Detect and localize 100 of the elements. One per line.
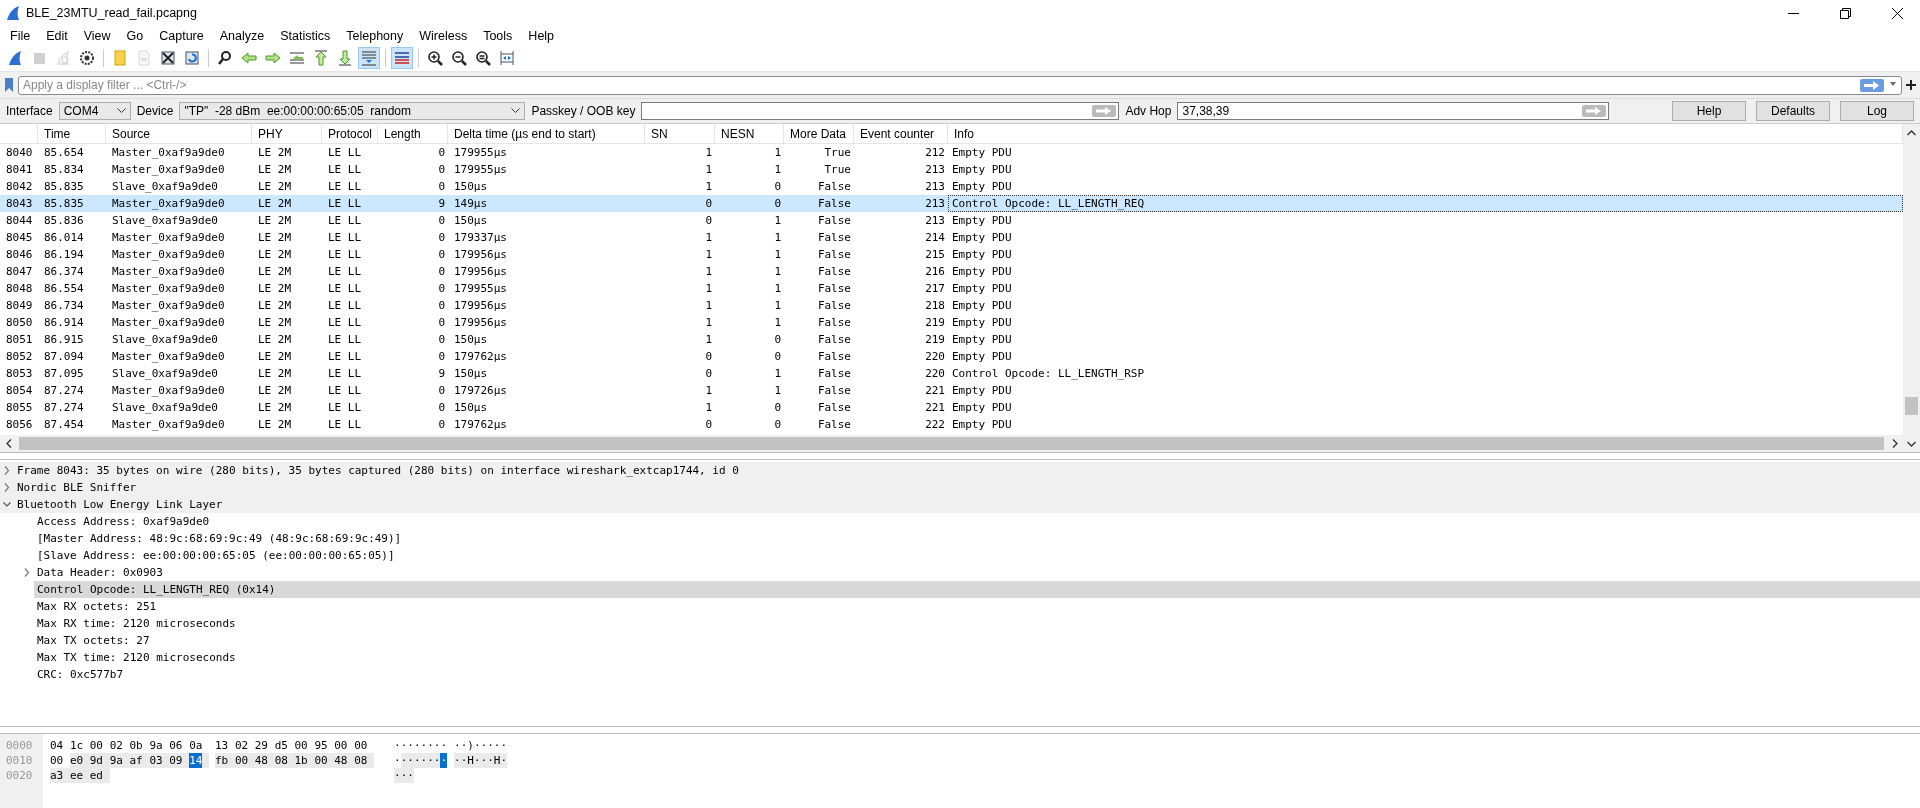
hex-byte[interactable]: 1c	[69, 738, 84, 753]
toolbar-button[interactable]: Help	[1672, 101, 1746, 121]
hex-byte[interactable]: 00	[50, 753, 64, 768]
adv-hop-field[interactable]: 37,38,39	[1177, 102, 1610, 120]
scroll-thumb[interactable]	[1905, 397, 1918, 415]
column-header[interactable]: Event counter	[854, 124, 948, 143]
caret-icon[interactable]	[511, 108, 521, 114]
column-header[interactable]: Source	[106, 124, 252, 143]
toolbar-button[interactable]: Defaults	[1756, 101, 1830, 121]
chevron-icon[interactable]	[3, 466, 11, 475]
ascii-char[interactable]: ·	[487, 753, 494, 768]
hex-byte[interactable]: 13	[215, 738, 229, 753]
column-header[interactable]: Delta time (µs end to start)	[448, 124, 645, 143]
packet-row[interactable]: 8048 86.554 Master_0xaf9a9de0 LE 2M LE LL 0 179955µs 1 1 False 217 Empty PDU	[0, 280, 1903, 297]
hex-byte[interactable]: 14	[189, 753, 203, 768]
tree-item[interactable]: [Slave Address: ee:00:00:00:65:05 (ee:00:00:00:65:05)]	[34, 547, 398, 564]
packet-row[interactable]: 8046 86.194 Master_0xaf9a9de0 LE 2M LE LL 0 179956µs 1 1 False 215 Empty PDU	[0, 246, 1903, 263]
hex-byte[interactable]: 9a	[149, 738, 163, 753]
ascii-char[interactable]: ·	[400, 738, 408, 753]
ascii-char[interactable]: ·	[407, 768, 414, 783]
menu-item[interactable]: Wireless	[411, 28, 476, 43]
hex-byte[interactable]: 06	[169, 738, 183, 753]
ascii-char[interactable]: H	[493, 753, 501, 768]
menu-item[interactable]: Telephony	[338, 28, 412, 43]
chevron-icon[interactable]	[23, 568, 31, 577]
ascii-char[interactable]: ·	[460, 738, 468, 753]
menu-item[interactable]: Go	[118, 28, 152, 43]
ascii-char[interactable]: ·	[473, 738, 481, 753]
tree-item[interactable]: CRC: 0xc577b7	[34, 666, 127, 683]
ascii-char[interactable]: ·	[427, 753, 434, 768]
ascii-char[interactable]: ·	[493, 738, 501, 753]
packet-row[interactable]: 8041 85.834 Master_0xaf9a9de0 LE 2M LE LL 0 179955µs 1 1 True 213 Empty PDU	[0, 161, 1903, 178]
ascii-char[interactable]: ·	[473, 753, 481, 768]
ascii-char[interactable]: ·	[413, 738, 421, 753]
plus-icon[interactable]	[1906, 80, 1916, 90]
tree-item[interactable]: Max RX octets: 251	[34, 598, 160, 615]
column-header[interactable]: PHY	[252, 124, 322, 143]
bookmark-icon[interactable]	[4, 77, 14, 93]
packet-row[interactable]: 8056 87.454 Master_0xaf9a9de0 LE 2M LE LL 0 179762µs 0 0 False 222 Empty PDU	[0, 416, 1903, 433]
ascii-char[interactable]: ·	[500, 738, 507, 753]
hex-byte[interactable]: 04	[50, 738, 64, 753]
tree-item[interactable]: Data Header: 0x0903	[34, 564, 166, 581]
packet-row[interactable]: 8053 87.095 Slave_0xaf9a9de0 LE 2M LE LL 9 150µs 0 1 False 220 Control Opcode: LL_LENGTH_RSP	[0, 365, 1903, 382]
packet-row[interactable]: 8042 85.835 Slave_0xaf9a9de0 LE 2M LE LL 0 150µs 1 0 False 213 Empty PDU	[0, 178, 1903, 195]
tree-item[interactable]: [Master Address: 48:9c:68:69:9c:49 (48:9c:68:69:9c:49)]	[34, 530, 405, 547]
horizontal-scrollbar[interactable]	[0, 435, 1903, 452]
tree-item[interactable]: Control Opcode: LL_LENGTH_REQ (0x14)	[34, 581, 1920, 598]
passkey-field[interactable]	[641, 102, 1120, 120]
hex-byte[interactable]: 0b	[129, 738, 143, 753]
ascii-char[interactable]: ·	[433, 738, 441, 753]
chevron-icon[interactable]	[3, 500, 11, 509]
packet-row[interactable]: 8040 85.654 Master_0xaf9a9de0 LE 2M LE LL 0 179955µs 1 1 True 212 Empty PDU	[0, 144, 1903, 161]
ascii-char[interactable]: ·	[407, 738, 414, 753]
ascii-char[interactable]: ·	[394, 768, 401, 783]
menu-item[interactable]: Capture	[151, 28, 212, 43]
ascii-char[interactable]: ·	[394, 753, 401, 768]
ascii-char[interactable]: ·	[487, 738, 494, 753]
vertical-scrollbar[interactable]	[1903, 124, 1920, 452]
menu-item[interactable]: Statistics	[272, 28, 339, 43]
packet-row[interactable]: 8049 86.734 Master_0xaf9a9de0 LE 2M LE LL 0 179956µs 1 1 False 218 Empty PDU	[0, 297, 1903, 314]
ascii-char[interactable]: ·	[440, 738, 447, 753]
ascii-char[interactable]: ·	[500, 753, 507, 768]
tree-item[interactable]: Max TX time: 2120 microseconds	[34, 649, 239, 666]
column-header[interactable]: Length	[378, 124, 448, 143]
restore-icon[interactable]	[1839, 7, 1851, 19]
hex-byte[interactable]: 00	[89, 738, 103, 753]
ascii-char[interactable]: ·	[454, 738, 461, 753]
column-header[interactable]: Time	[38, 124, 106, 143]
hex-byte[interactable]: 02	[234, 738, 249, 753]
hex-byte[interactable]: 0a	[189, 738, 203, 753]
tree-item[interactable]: Max TX octets: 27	[34, 632, 153, 649]
scroll-thumb[interactable]	[19, 437, 1884, 450]
hex-byte[interactable]: 00	[354, 738, 368, 753]
ascii-char[interactable]: ·	[454, 753, 461, 768]
ascii-char[interactable]: ·	[460, 753, 468, 768]
tree-item[interactable]: Bluetooth Low Energy Link Layer	[14, 496, 226, 513]
packet-row[interactable]: 8044 85.836 Slave_0xaf9a9de0 LE 2M LE LL 0 150µs 0 1 False 213 Empty PDU	[0, 212, 1903, 229]
hex-byte[interactable]: 00	[294, 738, 308, 753]
menu-item[interactable]: View	[75, 28, 119, 43]
packet-row[interactable]: 8045 86.014 Master_0xaf9a9de0 LE 2M LE LL 0 179337µs 1 1 False 214 Empty PDU	[0, 229, 1903, 246]
column-header[interactable]: More Data	[784, 124, 854, 143]
device-dropdown[interactable]: "TP" -28 dBm ee:00:00:00:65:05 random	[179, 102, 526, 120]
toolbar-button[interactable]: Log	[1840, 101, 1914, 121]
filter-field[interactable]: Apply a display filter ... <Ctrl-/>	[18, 75, 1902, 95]
packet-row[interactable]: 8054 87.274 Master_0xaf9a9de0 LE 2M LE LL 0 179726µs 1 1 False 221 Empty PDU	[0, 382, 1903, 399]
ascii-char[interactable]: ·	[400, 753, 408, 768]
packet-row[interactable]: 8052 87.094 Master_0xaf9a9de0 LE 2M LE LL 0 179762µs 0 0 False 220 Empty PDU	[0, 348, 1903, 365]
tree-item[interactable]: Nordic BLE Sniffer	[14, 479, 140, 496]
menu-item[interactable]: File	[2, 28, 39, 43]
packet-row[interactable]: 8050 86.914 Master_0xaf9a9de0 LE 2M LE LL 0 179956µs 1 1 False 219 Empty PDU	[0, 314, 1903, 331]
column-header[interactable]: NESN	[715, 124, 784, 143]
menu-item[interactable]: Tools	[475, 28, 521, 43]
ascii-char[interactable]: H	[467, 753, 474, 768]
column-header[interactable]: Protocol	[322, 124, 378, 143]
menu-item[interactable]: Edit	[38, 28, 76, 43]
ascii-char[interactable]: ·	[480, 753, 488, 768]
hex-byte[interactable]: 95	[314, 738, 328, 753]
ascii-char[interactable]: ·	[433, 753, 441, 768]
packet-row[interactable]: 8051 86.915 Slave_0xaf9a9de0 LE 2M LE LL 0 150µs 1 0 False 219 Empty PDU	[0, 331, 1903, 348]
tree-item[interactable]: Access Address: 0xaf9a9de0	[34, 513, 213, 530]
